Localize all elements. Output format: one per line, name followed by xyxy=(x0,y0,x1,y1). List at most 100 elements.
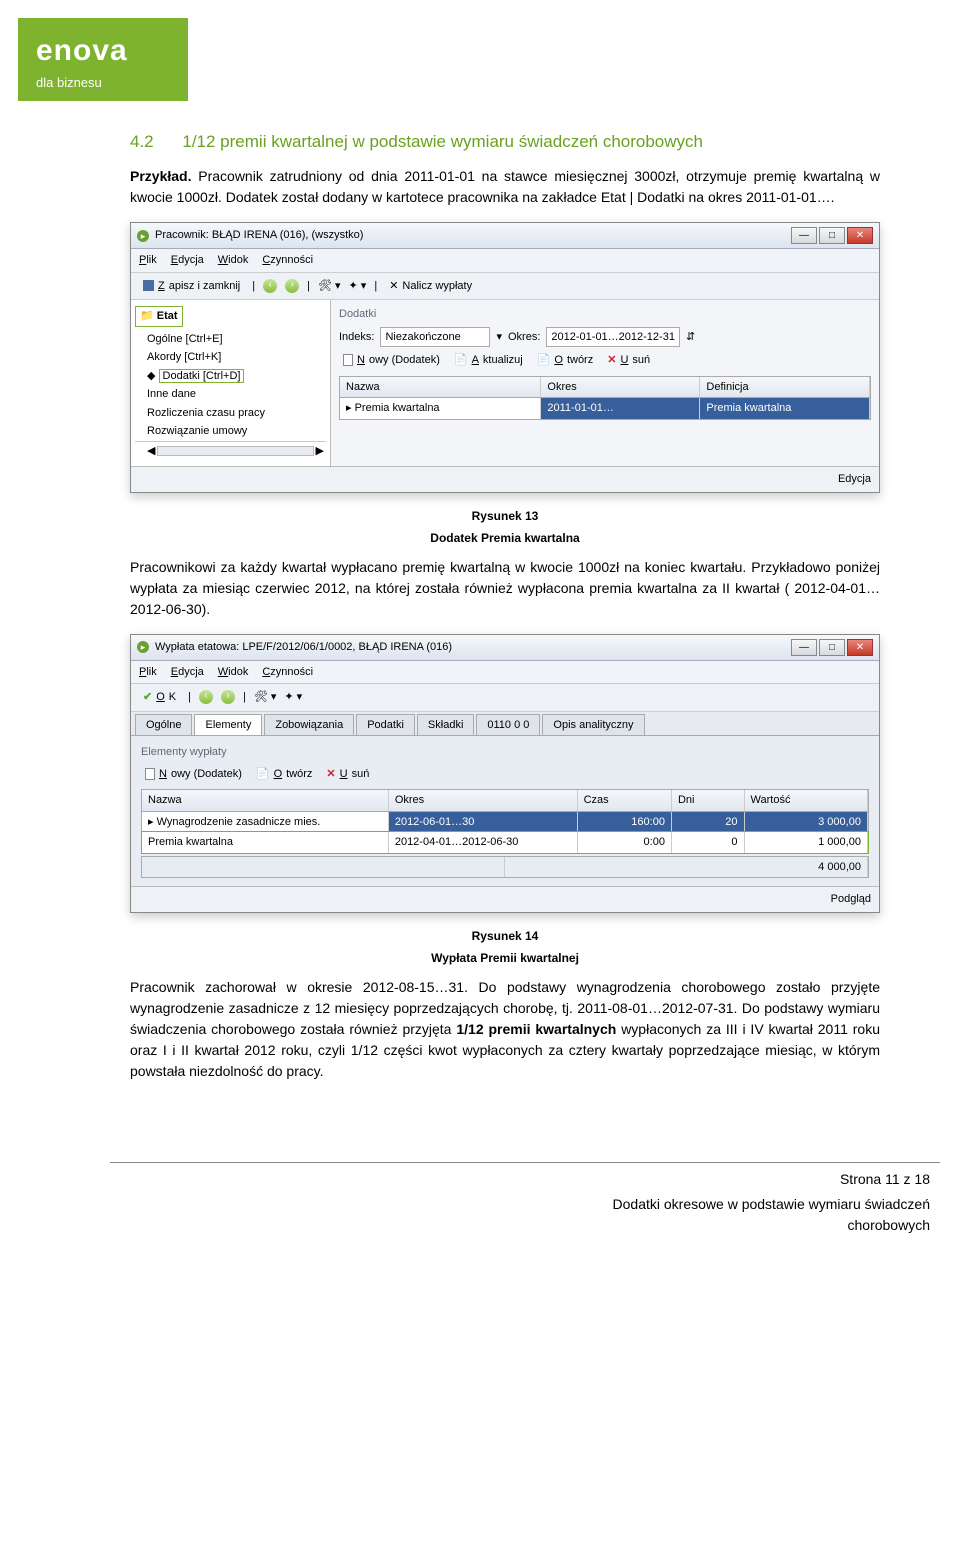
nav-fwd-icon[interactable]: › xyxy=(285,279,299,293)
table-row[interactable]: ▸ Premia kwartalna 2011-01-01… Premia kw… xyxy=(340,398,870,419)
tree-item-rozwiazanie[interactable]: Rozwiązanie umowy xyxy=(135,422,326,441)
paragraph-2: Pracownikowi za każdy kwartał wypłacano … xyxy=(130,557,880,620)
heading-number: 4.2 xyxy=(130,132,154,151)
nav-back-icon[interactable]: ‹ xyxy=(199,690,213,704)
paragraph-1-text: Pracownik zatrudniony od dnia 2011-01-01… xyxy=(130,168,880,205)
dodatki-table: Nazwa Okres Definicja ▸ Premia kwartalna… xyxy=(339,376,871,420)
window-wyplata: ▸ Wypłata etatowa: LPE/F/2012/06/1/0002,… xyxy=(130,634,880,913)
tool-hammer-icon[interactable]: 🛠 ▾ xyxy=(254,689,277,706)
nalicz-button[interactable]: ✕ Nalicz wypłaty xyxy=(385,277,476,296)
col-okres[interactable]: Okres xyxy=(389,790,578,811)
close-button[interactable]: ✕ xyxy=(847,639,873,656)
col-nazwa[interactable]: Nazwa xyxy=(142,790,389,811)
section-elementy: Elementy wypłaty xyxy=(141,744,869,761)
figure-14-caption: Rysunek 14 xyxy=(130,927,880,945)
col-okres[interactable]: Okres xyxy=(541,377,700,398)
figure-13-sub: Dodatek Premia kwartalna xyxy=(130,529,880,547)
minimize-button[interactable]: — xyxy=(791,639,817,656)
toolbar-2: ✔ OK | ‹ › | 🛠 ▾ ✦ ▾ xyxy=(131,684,879,712)
menu-widok[interactable]: Widok xyxy=(218,252,249,269)
tab-zobowiazania[interactable]: Zobowiązania xyxy=(264,714,354,736)
col-dni[interactable]: Dni xyxy=(672,790,745,811)
figure-14-sub: Wypłata Premii kwartalnej xyxy=(130,949,880,967)
col-nazwa[interactable]: Nazwa xyxy=(340,377,541,398)
tabstrip: Ogólne Elementy Zobowiązania Podatki Skł… xyxy=(131,712,879,737)
menu-plik[interactable]: Plik xyxy=(139,664,157,681)
disk-icon xyxy=(143,280,154,291)
tree-item-rozliczenia[interactable]: Rozliczenia czasu pracy xyxy=(135,404,326,423)
app-icon: ▸ xyxy=(137,641,149,653)
menu-plik[interactable]: Plik xyxy=(139,252,157,269)
menubar: Plik Edycja Widok Czynności xyxy=(131,249,879,273)
col-definicja[interactable]: Definicja xyxy=(700,377,870,398)
okres-label: Okres: xyxy=(508,329,540,346)
panel-label-dodatki: Dodatki xyxy=(339,306,871,323)
indeks-label: Indeks: xyxy=(339,329,374,346)
statusbar-2: Podgląd xyxy=(131,886,879,912)
tree-root-etat[interactable]: 📁 Etat xyxy=(135,306,183,327)
save-close-button[interactable]: Zapisz i zamknij xyxy=(139,277,244,296)
window-title: Pracownik: BŁĄD IRENA (016), (wszystko) xyxy=(155,227,363,244)
check-icon: ✔ xyxy=(143,689,152,706)
statusbar: Edycja xyxy=(131,466,879,492)
minimize-button[interactable]: — xyxy=(791,227,817,244)
menubar-2: Plik Edycja Widok Czynności xyxy=(131,661,879,685)
menu-widok[interactable]: Widok xyxy=(218,664,249,681)
menu-edycja[interactable]: Edycja xyxy=(171,664,204,681)
doc-icon xyxy=(343,354,353,366)
maximize-button[interactable]: □ xyxy=(819,639,845,656)
tree-scrollbar[interactable]: ◀▶ xyxy=(135,441,326,461)
page-number: Strona 11 z 18 xyxy=(0,1169,930,1190)
brand-name: enova xyxy=(36,34,128,67)
delete-icon: ✕ xyxy=(607,352,616,369)
okres-spinner[interactable]: ⇵ xyxy=(686,329,695,346)
tab-ogolne[interactable]: Ogólne xyxy=(135,714,192,736)
doc-icon xyxy=(145,768,155,780)
elementy-table: Nazwa Okres Czas Dni Wartość ▸ Wynagrodz… xyxy=(141,789,869,854)
tree-item-dodatki[interactable]: ◆ Dodatki [Ctrl+D] xyxy=(135,367,326,386)
nav-back-icon[interactable]: ‹ xyxy=(263,279,277,293)
table-row[interactable]: ▸ Wynagrodzenie zasadnicze mies. 2012-06… xyxy=(142,812,868,833)
maximize-button[interactable]: □ xyxy=(819,227,845,244)
table-footer: 4 000,00 xyxy=(141,856,869,879)
tool-star-icon[interactable]: ✦ ▾ xyxy=(284,689,302,706)
usun-button[interactable]: ✕ Usuń xyxy=(322,765,373,784)
paragraph-3: Pracownik zachorował w okresie 2012-08-1… xyxy=(130,977,880,1082)
nowy-button[interactable]: Nowy (Dodatek) xyxy=(141,765,246,784)
window-titlebar: ▸ Pracownik: BŁĄD IRENA (016), (wszystko… xyxy=(131,223,879,249)
tab-skladki[interactable]: Składki xyxy=(417,714,474,736)
tree-item-inne[interactable]: Inne dane xyxy=(135,385,326,404)
aktualizuj-button[interactable]: 📄 Aktualizuj xyxy=(450,351,527,370)
indeks-select[interactable]: Niezakończone xyxy=(380,327,490,348)
tab-0110[interactable]: 0110 0 0 xyxy=(476,714,540,736)
tool-star-icon[interactable]: ✦ ▾ xyxy=(349,278,367,295)
nav-fwd-icon[interactable]: › xyxy=(221,690,235,704)
menu-czynnosci[interactable]: Czynności xyxy=(262,252,313,269)
tree-item-ogolne[interactable]: Ogólne [Ctrl+E] xyxy=(135,330,326,349)
otworz-button[interactable]: 📄 Otwórz xyxy=(533,351,598,370)
section-heading: 4.2 1/12 premii kwartalnej w podstawie w… xyxy=(130,129,880,155)
tab-opis[interactable]: Opis analityczny xyxy=(542,714,644,736)
tree-item-akordy[interactable]: Akordy [Ctrl+K] xyxy=(135,348,326,367)
example-label: Przykład. xyxy=(130,168,191,184)
tab-elementy[interactable]: Elementy xyxy=(194,714,262,736)
window-pracownik: ▸ Pracownik: BŁĄD IRENA (016), (wszystko… xyxy=(130,222,880,493)
menu-czynnosci[interactable]: Czynności xyxy=(262,664,313,681)
ok-button[interactable]: ✔ OK xyxy=(139,688,180,707)
window-titlebar-2: ▸ Wypłata etatowa: LPE/F/2012/06/1/0002,… xyxy=(131,635,879,661)
col-czas[interactable]: Czas xyxy=(578,790,672,811)
footer-divider xyxy=(110,1162,940,1163)
col-wartosc[interactable]: Wartość xyxy=(745,790,868,811)
page-footer: Strona 11 z 18 Dodatki okresowe w podsta… xyxy=(0,1169,960,1256)
heading-title: 1/12 premii kwartalnej w podstawie wymia… xyxy=(182,132,703,151)
tool-hammer-icon[interactable]: 🛠 ▾ xyxy=(318,278,341,295)
nowy-button[interactable]: Nowy (Dodatek) xyxy=(339,351,444,370)
okres-input[interactable]: 2012-01-01…2012-12-31 xyxy=(546,327,680,348)
close-button[interactable]: ✕ xyxy=(847,227,873,244)
table-row[interactable]: Premia kwartalna 2012-04-01…2012-06-30 0… xyxy=(142,832,868,853)
footer-title-1: Dodatki okresowe w podstawie wymiaru świ… xyxy=(0,1194,930,1215)
usun-button[interactable]: ✕ Usuń xyxy=(603,351,654,370)
menu-edycja[interactable]: Edycja xyxy=(171,252,204,269)
otworz-button[interactable]: 📄 Otwórz xyxy=(252,765,317,784)
tab-podatki[interactable]: Podatki xyxy=(356,714,415,736)
